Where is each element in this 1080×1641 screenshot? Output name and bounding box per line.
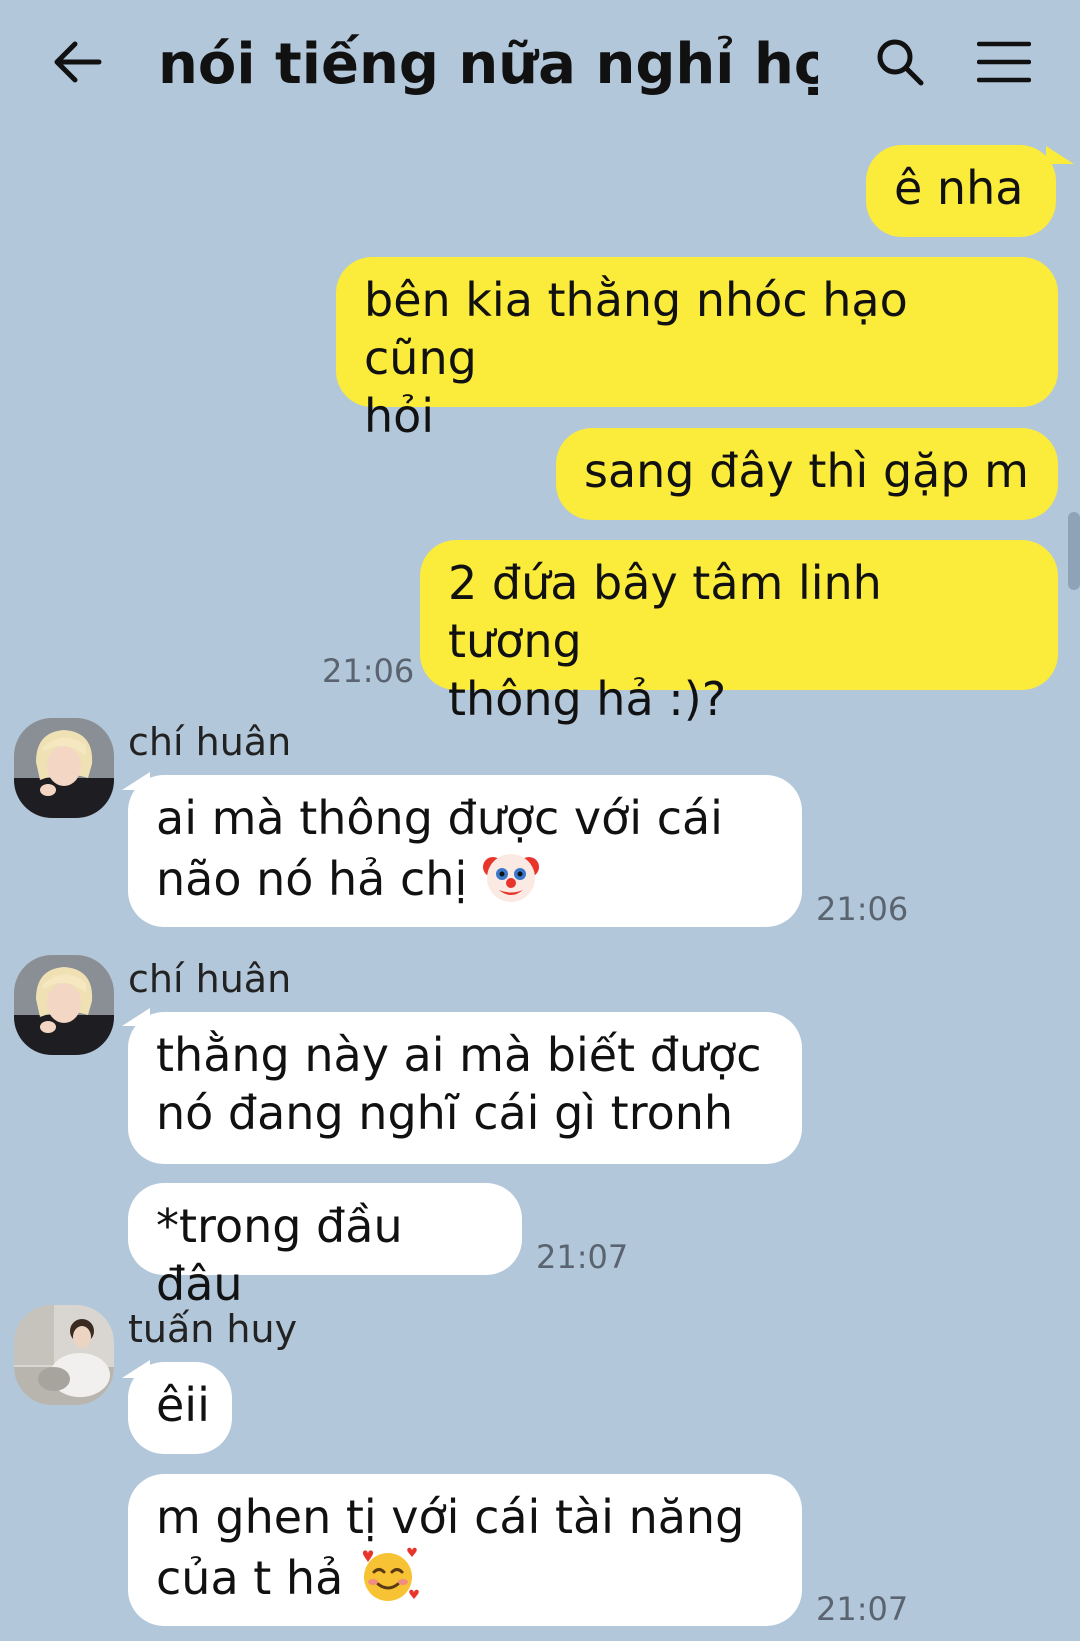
sender-name: chí huân bbox=[128, 957, 292, 1001]
avatar-chi-huan[interactable] bbox=[14, 718, 114, 818]
message-text: thông hả :)? bbox=[448, 672, 727, 726]
message-text: não nó hả chị bbox=[156, 852, 468, 906]
message-text: bên kia thằng nhóc hạo cũng bbox=[364, 273, 908, 385]
smiling-face-with-hearts-emoji bbox=[358, 1546, 420, 1617]
scrollbar[interactable] bbox=[1068, 512, 1080, 590]
message-text: của t hả bbox=[156, 1551, 344, 1605]
outgoing-message[interactable]: ê nha bbox=[866, 145, 1056, 237]
message-time: 21:07 bbox=[816, 1590, 909, 1628]
chat-title[interactable]: nói tiếng nữa nghỉ học... bbox=[158, 30, 818, 100]
message-time: 21:06 bbox=[816, 890, 909, 928]
outgoing-message[interactable]: 2 đứa bây tâm linh tương thông hả :)? bbox=[420, 540, 1058, 726]
incoming-message[interactable]: ai mà thông được với cái não nó hả chị bbox=[128, 775, 802, 927]
message-text: êii bbox=[156, 1378, 210, 1432]
message-text: sang đây thì gặp m bbox=[584, 444, 1029, 498]
message-text: ê nha bbox=[894, 161, 1024, 215]
clown-face-emoji bbox=[482, 847, 540, 918]
message-time: 21:06 bbox=[322, 652, 415, 690]
sender-name: chí huân bbox=[128, 720, 292, 764]
message-text: *trong đầu đâu bbox=[156, 1199, 403, 1311]
message-text: thằng này ai mà biết được bbox=[156, 1028, 762, 1082]
outgoing-message[interactable]: bên kia thằng nhóc hạo cũng hỏi bbox=[336, 257, 1058, 443]
sender-name: tuấn huy bbox=[128, 1307, 298, 1351]
bubble-tail bbox=[1046, 146, 1074, 164]
back-arrow-icon[interactable] bbox=[45, 30, 109, 94]
message-text: ai mà thông được với cái bbox=[156, 791, 723, 845]
message-text: m ghen tị với cái tài năng bbox=[156, 1490, 745, 1544]
message-time: 21:07 bbox=[536, 1238, 629, 1276]
incoming-message[interactable]: m ghen tị với cái tài năng của t hả bbox=[128, 1474, 802, 1626]
chat-header: nói tiếng nữa nghỉ học... bbox=[0, 0, 1080, 135]
avatar-chi-huan[interactable] bbox=[14, 955, 114, 1055]
avatar-tuan-huy[interactable] bbox=[14, 1305, 114, 1405]
incoming-message[interactable]: êii bbox=[128, 1362, 232, 1454]
hamburger-menu-icon[interactable] bbox=[972, 30, 1036, 94]
incoming-message[interactable]: thằng này ai mà biết được nó đang nghĩ c… bbox=[128, 1012, 802, 1164]
search-icon[interactable] bbox=[868, 30, 932, 94]
outgoing-message[interactable]: sang đây thì gặp m bbox=[556, 428, 1058, 520]
incoming-message[interactable]: *trong đầu đâu bbox=[128, 1183, 522, 1311]
message-text: 2 đứa bây tâm linh tương bbox=[448, 556, 882, 668]
message-text: nó đang nghĩ cái gì tronh bbox=[156, 1086, 734, 1140]
